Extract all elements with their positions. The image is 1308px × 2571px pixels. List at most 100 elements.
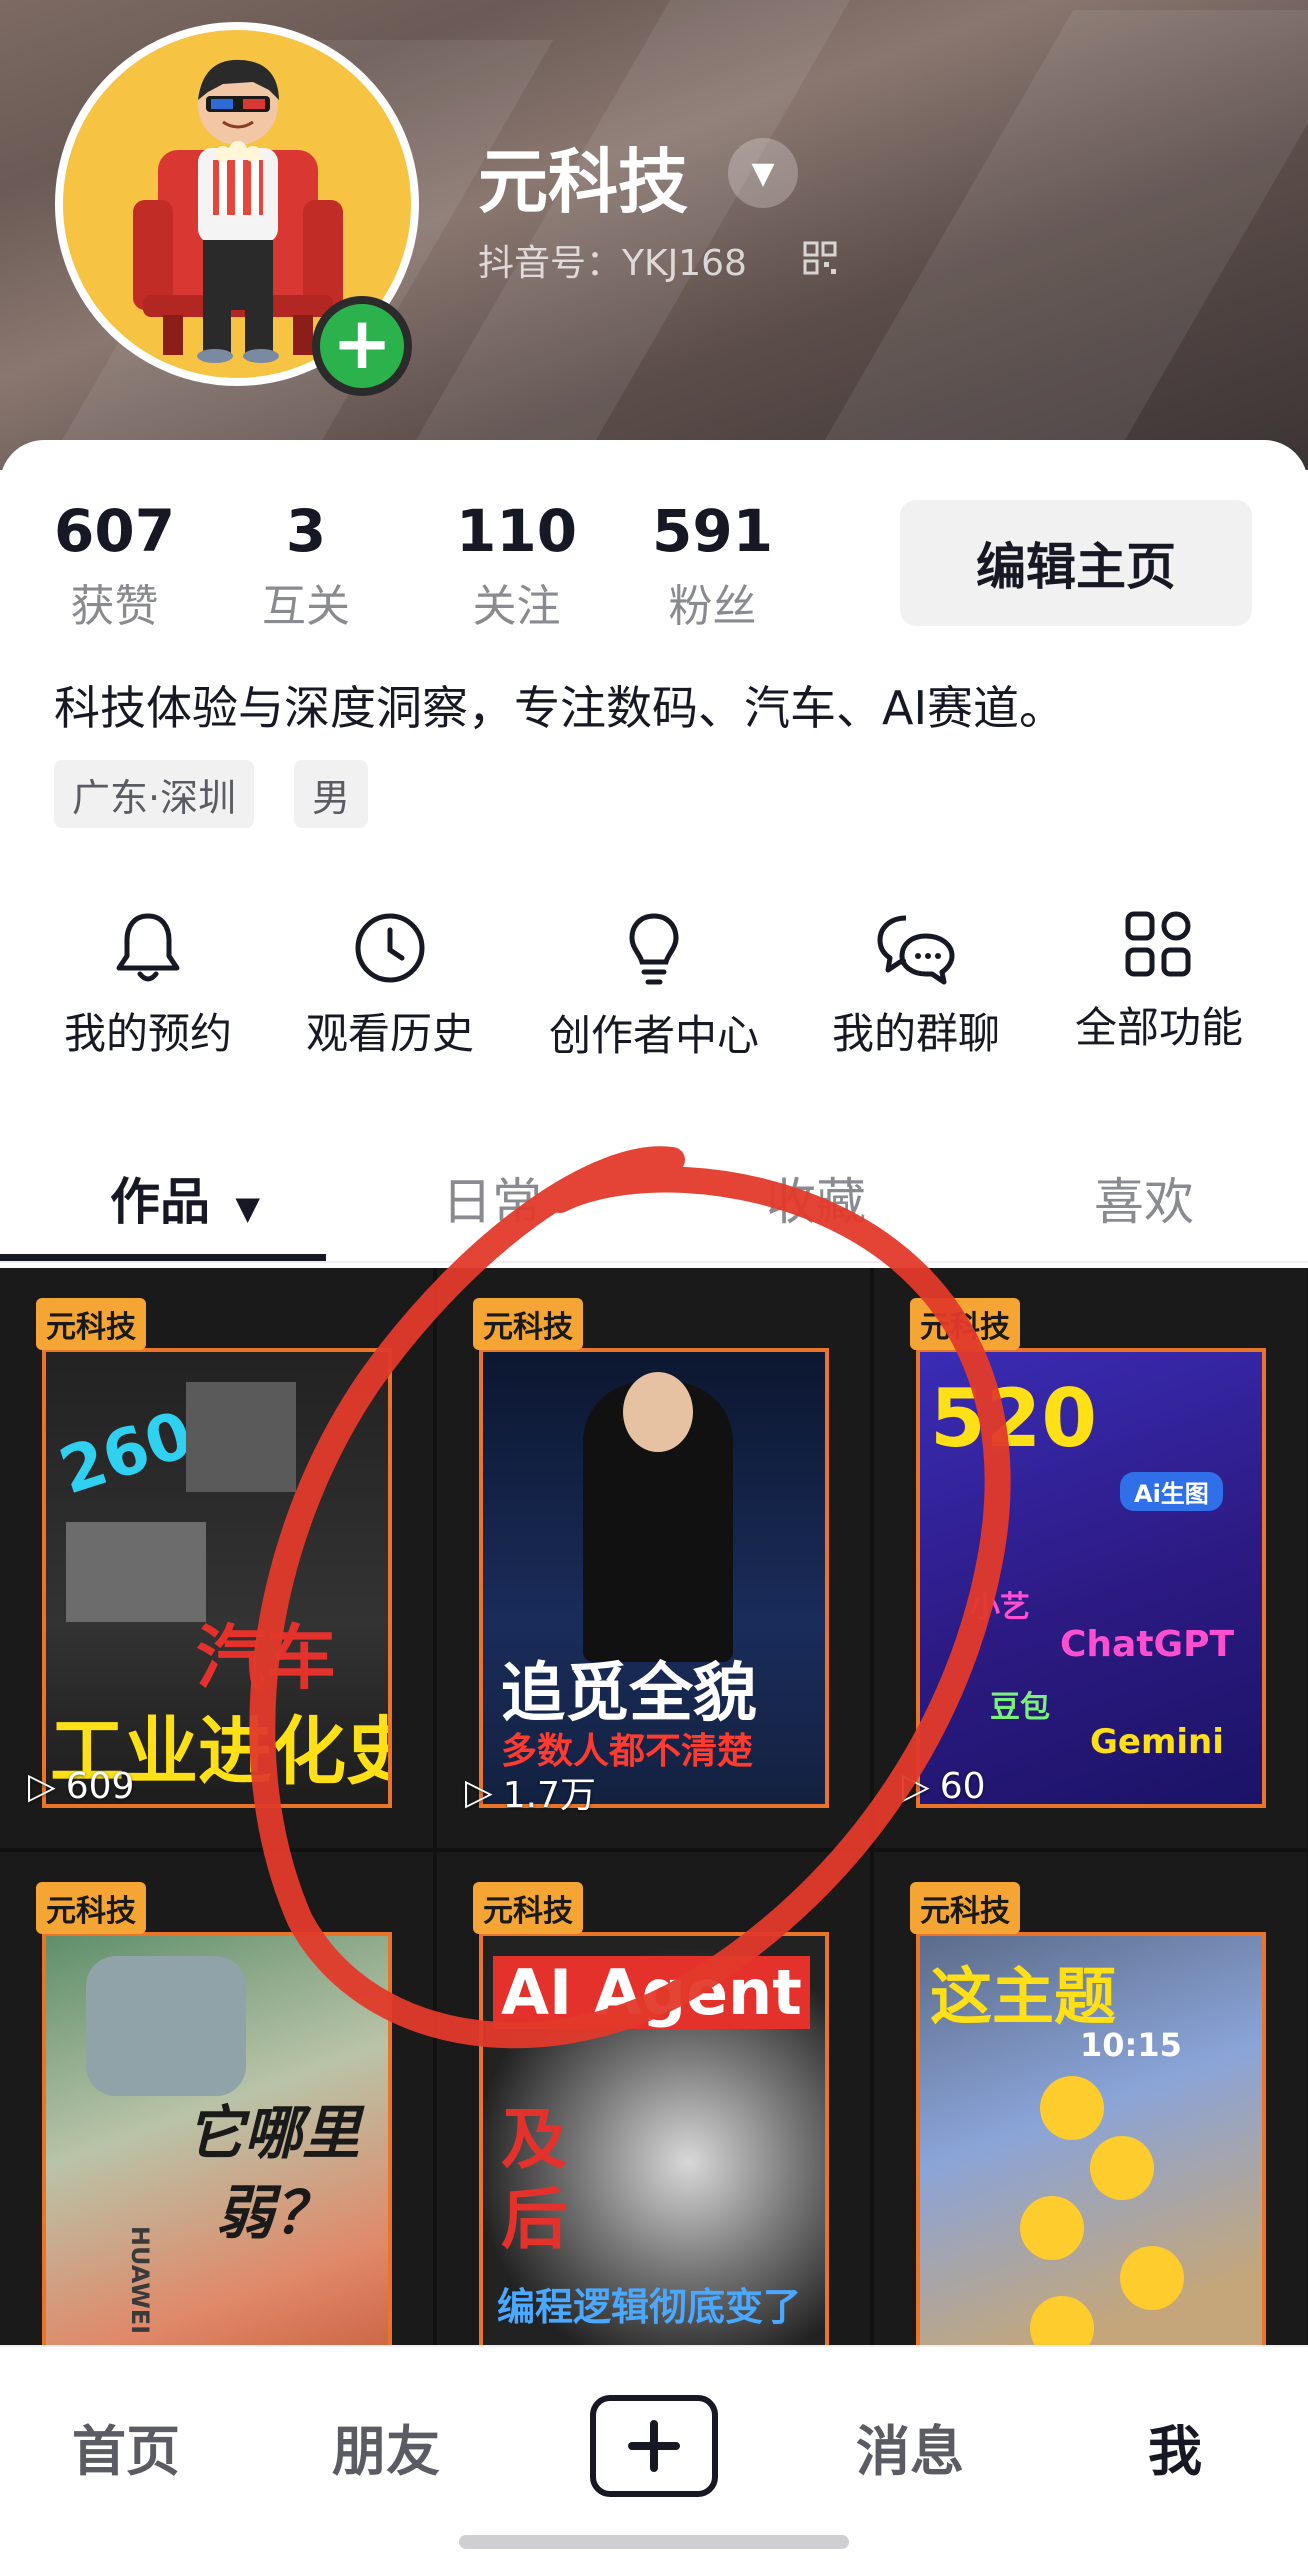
cover-text: Gemini <box>1090 1722 1224 1762</box>
speaker-face <box>623 1372 693 1452</box>
stat-label: 关注 <box>472 580 561 632</box>
camera-module <box>86 1956 246 2096</box>
tab-daily[interactable]: 日常 <box>442 1162 542 1234</box>
quick-action-label: 全部功能 <box>1074 1003 1243 1052</box>
chat-bubbles-icon <box>877 915 955 985</box>
cover-text: 10:15 <box>1080 2026 1182 2064</box>
quick-action-reservations[interactable]: 我的预约 <box>58 910 238 1061</box>
qr-code-icon[interactable] <box>803 241 837 275</box>
video-cover: AI Agent 及 后 编程逻辑彻底变了 <box>479 1932 829 2392</box>
play-icon: ▷ <box>465 1771 493 1813</box>
stat-value: 3 <box>285 497 327 565</box>
stat-label: 获赞 <box>70 580 159 632</box>
video-cover: 它哪里 弱？ HUAWEI <box>42 1932 392 2392</box>
bell-icon <box>116 913 180 982</box>
video-cover: 追觅全貌 多数人都不清楚 <box>479 1348 829 1808</box>
account-switch-chevron-down-icon[interactable]: ▼ <box>728 138 798 208</box>
play-count-value: 1.7万 <box>502 1775 596 1816</box>
quick-action-label: 观看历史 <box>305 1009 474 1058</box>
add-avatar-button[interactable]: + <box>312 296 412 396</box>
channel-badge: 元科技 <box>473 1882 583 1934</box>
quick-action-history[interactable]: 观看历史 <box>298 910 482 1061</box>
stat-mutual[interactable]: 3 互关 <box>262 497 350 634</box>
video-tile[interactable]: 260年 汽车 工业进化史 元科技 ▷ 609 <box>0 1268 433 1848</box>
emoji-ball <box>1040 2076 1104 2140</box>
channel-badge: 元科技 <box>910 1882 1020 1934</box>
clock-icon <box>355 913 425 983</box>
play-count-value: 60 <box>939 1766 986 1807</box>
stat-value: 591 <box>652 497 774 565</box>
create-button[interactable] <box>590 2395 718 2497</box>
video-tile[interactable]: 520 Ai生图 小艺 ChatGPT 豆包 Gemini 元科技 ▷ 60 <box>874 1268 1307 1848</box>
cover-text: 520 <box>930 1372 1097 1465</box>
play-icon: ▷ <box>902 1766 930 1807</box>
quick-action-creator-center[interactable]: 创作者中心 <box>540 910 768 1063</box>
play-count: ▷ 609 <box>28 1766 134 1807</box>
cover-text: ChatGPT <box>1060 1624 1235 1665</box>
grid-icon <box>1125 911 1191 977</box>
quick-action-group-chats[interactable]: 我的群聊 <box>824 910 1008 1061</box>
stat-value: 110 <box>456 497 578 565</box>
tab-label: 作品 <box>110 1173 210 1231</box>
cover-text: 它哪里 <box>186 2099 361 2167</box>
video-cover: 260年 汽车 工业进化史 <box>42 1348 392 1808</box>
car-photo <box>186 1382 296 1492</box>
emoji-ball <box>1120 2246 1184 2310</box>
video-tile[interactable]: 追觅全貌 多数人都不清楚 元科技 ▷ 1.7万 <box>437 1268 870 1848</box>
quick-action-all-features[interactable]: 全部功能 <box>1066 910 1252 1055</box>
quick-action-label: 我的预约 <box>63 1009 232 1058</box>
stat-likes[interactable]: 607 获赞 <box>54 497 176 634</box>
profile-name: 元科技 <box>478 141 688 223</box>
stat-followers[interactable]: 591 粉丝 <box>652 497 774 634</box>
quick-action-label: 创作者中心 <box>548 1011 759 1060</box>
cover-text: HUAWEI <box>126 2225 155 2335</box>
douyin-id: 抖音号：YKJ168 <box>478 243 747 284</box>
cover-text: 后 <box>501 2181 567 2258</box>
cover-text: AI Agent <box>493 1956 810 2029</box>
active-tab-indicator <box>0 1254 326 1261</box>
emoji-ball <box>1020 2196 1084 2260</box>
tab-favorites[interactable]: 收藏 <box>766 1162 866 1234</box>
plus-icon: + <box>331 301 393 385</box>
home-indicator[interactable] <box>459 2535 849 2549</box>
cover-text: 弱？ <box>216 2179 333 2247</box>
nav-messages[interactable]: 消息 <box>856 2407 964 2486</box>
caret-down-icon: ▼ <box>235 1189 261 1227</box>
play-icon: ▷ <box>28 1766 56 1807</box>
nav-me[interactable]: 我 <box>1148 2407 1202 2486</box>
play-count-value: 609 <box>65 1766 135 1807</box>
stat-value: 607 <box>54 497 176 565</box>
channel-badge: 元科技 <box>473 1298 583 1350</box>
location-tag: 广东·深圳 <box>54 760 255 828</box>
divider <box>0 1261 1308 1263</box>
tab-works[interactable]: 作品 ▼ <box>110 1162 260 1234</box>
cover-text: 追觅全貌 <box>501 1657 757 1731</box>
stat-label: 粉丝 <box>668 580 757 632</box>
gender-tag: 男 <box>294 760 369 828</box>
video-grid: 260年 汽车 工业进化史 元科技 ▷ 609 追觅全貌 多数人都不清楚 元科技 … <box>0 1268 1308 2432</box>
cover-text: 这主题 <box>930 1960 1117 2033</box>
cover-text: 编程逻辑彻底变了 <box>497 2285 802 2329</box>
car-photo <box>66 1522 206 1622</box>
cover-text: 豆包 <box>990 1690 1050 1725</box>
channel-badge: 元科技 <box>36 1882 146 1934</box>
stat-following[interactable]: 110 关注 <box>456 497 578 634</box>
channel-badge: 元科技 <box>910 1298 1020 1350</box>
cover-text: 汽车 <box>196 1617 336 1699</box>
quick-action-label: 我的群聊 <box>831 1009 1000 1058</box>
video-cover: 这主题 10:15 <box>916 1932 1266 2392</box>
nav-friends[interactable]: 朋友 <box>332 2407 440 2486</box>
video-cover: 520 Ai生图 小艺 ChatGPT 豆包 Gemini <box>916 1348 1266 1808</box>
plus-icon <box>628 2420 680 2472</box>
play-count: ▷ 60 <box>902 1766 986 1807</box>
lightbulb-icon <box>629 913 679 985</box>
nav-home[interactable]: 首页 <box>72 2407 180 2486</box>
play-count: ▷ 1.7万 <box>465 1766 596 1818</box>
channel-badge: 元科技 <box>36 1298 146 1350</box>
cover-text: 小艺 <box>970 1590 1030 1625</box>
cover-text: Ai生图 <box>1120 1472 1223 1511</box>
stat-label: 互关 <box>262 580 350 632</box>
emoji-ball <box>1090 2136 1154 2200</box>
edit-profile-button[interactable]: 编辑主页 <box>900 500 1252 626</box>
tab-likes[interactable]: 喜欢 <box>1094 1162 1194 1234</box>
